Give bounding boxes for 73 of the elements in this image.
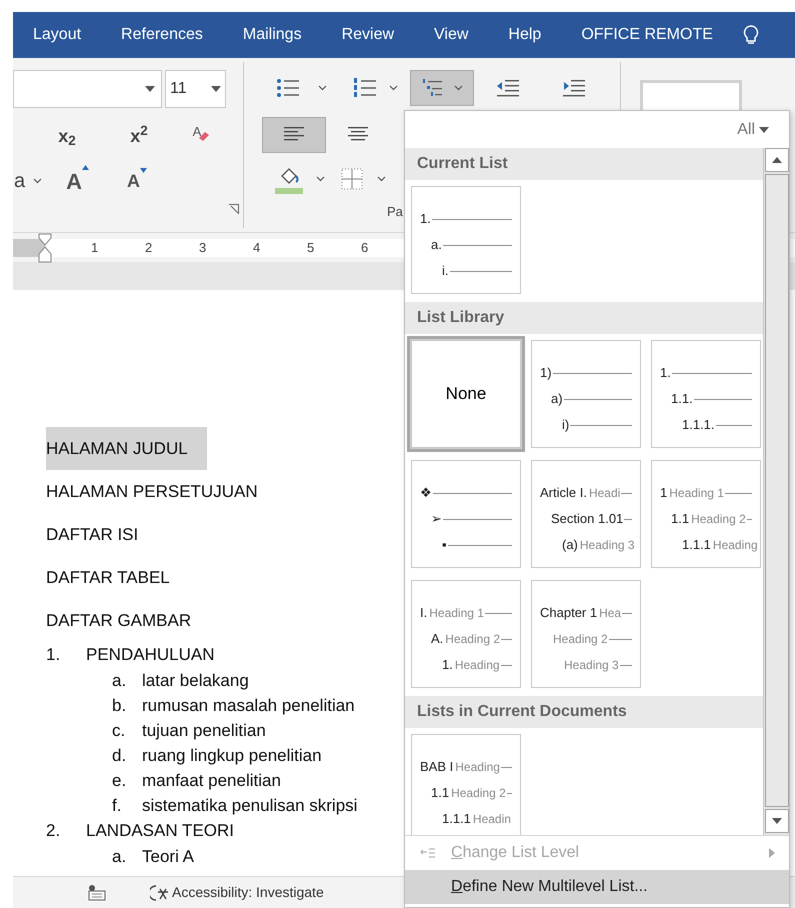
list-marker: ➢ [431, 510, 442, 528]
heading-text: Hea [599, 605, 622, 622]
heading-text: Heading 3 [580, 537, 635, 554]
ruler-number: 4 [253, 238, 262, 257]
document-paragraph: DAFTAR ISI [46, 524, 138, 546]
list-item-text: latar belakang [142, 670, 249, 692]
list-letter: b. [112, 694, 128, 717]
list-marker: A. [431, 630, 444, 648]
list-marker: 1.1.1 [682, 536, 711, 554]
document-paragraph: DAFTAR TABEL [46, 566, 170, 589]
ruler-number: 2 [145, 238, 154, 257]
list-letter: c. [112, 720, 126, 742]
heading-text: Heading 2 [445, 631, 500, 648]
list-marker: I. [420, 604, 428, 622]
document-paragraph: DAFTAR GAMBAR [46, 610, 192, 632]
list-marker: ▪ [442, 536, 447, 554]
list-marker: 1.1.1. [682, 416, 715, 434]
list-marker: 1. [442, 656, 453, 674]
section-header: List Library [405, 302, 763, 334]
list-item-text: PENDAHULUAN [86, 644, 214, 666]
heading-text: Headin [472, 811, 511, 828]
list-marker: BAB I [420, 758, 454, 776]
ruler-number: 1 [91, 238, 100, 257]
heading-text: Heading 3 [564, 657, 619, 674]
heading-text: Heading 2 [553, 631, 608, 648]
list-marker: i. [442, 262, 448, 280]
list-marker: Article I. [540, 484, 587, 502]
list-marker: 1.1 [671, 510, 690, 528]
list-marker: 1.1. [671, 390, 693, 408]
list-marker: 1) [540, 364, 552, 382]
section-header: Current List [405, 148, 763, 180]
list-item-text: Teori A [142, 846, 194, 868]
list-marker: (a) [562, 536, 578, 554]
heading-text: Heading [455, 759, 500, 776]
heading-text: Heading 2 [451, 785, 506, 802]
list-number: 1. [46, 644, 62, 666]
section-header: Lists in Current Documents [405, 696, 763, 728]
list-item-text: sistematika penulisan skripsi [142, 794, 358, 817]
list-item-text: ruang lingkup penelitian [142, 744, 322, 767]
ruler-number: 5 [307, 238, 316, 257]
heading-text: Heading [454, 657, 500, 674]
list-item-text: manfaat penelitian [142, 770, 281, 792]
list-marker: 1 [660, 484, 668, 502]
heading-text: Heading 2 [691, 511, 746, 528]
list-marker: a. [431, 236, 442, 254]
list-number: 2. [46, 820, 62, 842]
ruler-number: 3 [199, 238, 208, 257]
list-marker: Chapter 1 [540, 604, 598, 622]
list-marker: 1. [420, 210, 431, 228]
heading-text: Headi [588, 485, 620, 502]
heading-text: Heading 1 [429, 605, 484, 622]
list-marker: Section 1.01 [551, 510, 624, 528]
list-letter: a. [112, 846, 128, 868]
list-letter: d. [112, 744, 128, 767]
heading-text: Heading 1 [669, 485, 724, 502]
list-letter: e. [112, 770, 128, 792]
list-marker: 1. [660, 364, 671, 382]
document-paragraph: HALAMAN JUDUL [46, 427, 207, 470]
list-letter: a. [112, 670, 128, 692]
list-marker: ❖ [420, 484, 432, 502]
group-label: Pa [387, 203, 403, 221]
document-paragraph: HALAMAN PERSETUJUAN [46, 480, 258, 503]
ruler-number: 6 [361, 238, 370, 257]
list-marker: i) [562, 416, 570, 434]
list-item-text: rumusan masalah penelitian [142, 694, 355, 717]
option-label: None [446, 383, 486, 406]
list-item-text: LANDASAN TEORI [86, 820, 234, 842]
list-marker: 1.1.1 [442, 810, 471, 828]
heading-text: Heading [712, 537, 758, 554]
list-marker: a) [551, 390, 563, 408]
list-letter: f. [112, 794, 122, 817]
list-marker: 1.1 [431, 784, 450, 802]
list-item-text: tujuan penelitian [142, 720, 266, 742]
